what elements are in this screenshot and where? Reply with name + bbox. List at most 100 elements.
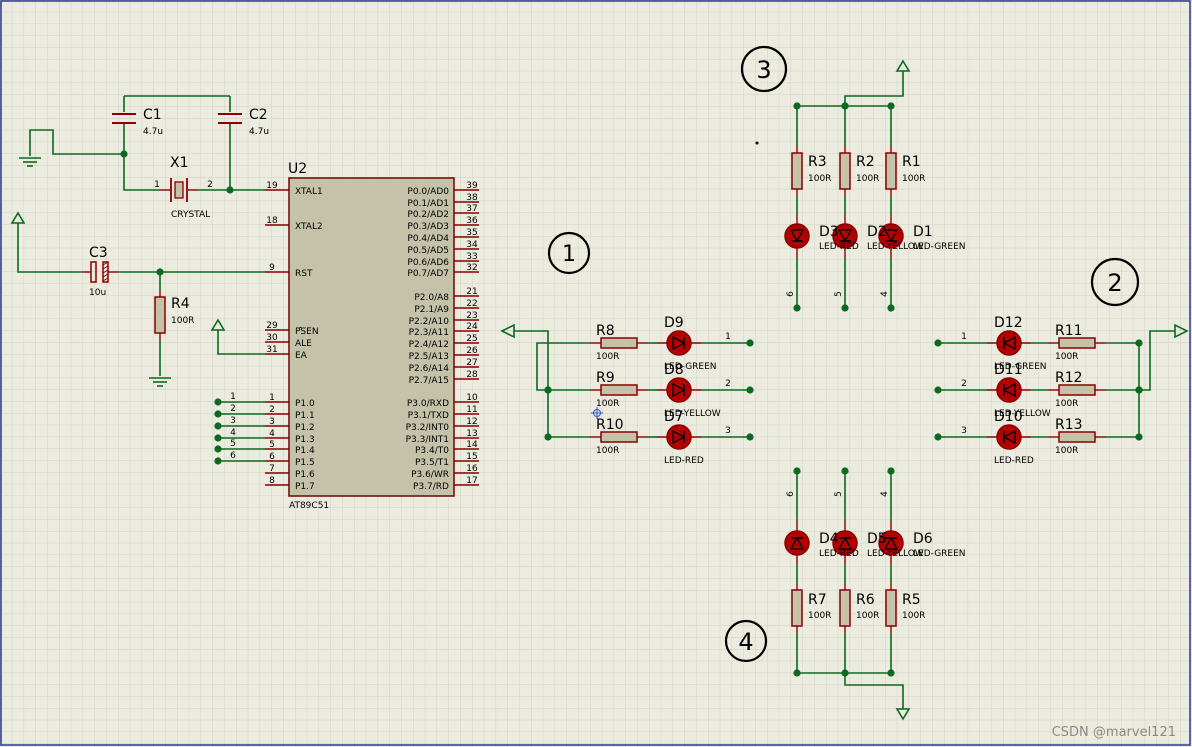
g4-R7-value: 100R [808, 611, 831, 621]
g1-D7-ref: D7 [664, 409, 684, 425]
x1-pin2: 2 [207, 180, 213, 190]
mcu-pin-num-3: 3 [269, 417, 275, 427]
mcu-pin-name-14: P3.4/T0 [415, 446, 449, 456]
g3-R2-value: 100R [856, 174, 879, 184]
mcu-pin-num-34: 34 [466, 240, 478, 250]
p1-net-label-4: 4 [230, 428, 236, 438]
g3-R1-ref: R1 [902, 154, 921, 170]
mcu-pin-num-10: 10 [466, 393, 478, 403]
c2-value: 4.7u [249, 127, 269, 137]
p1-net-label-6: 6 [230, 451, 236, 461]
mcu-pin-num-13: 13 [466, 429, 477, 439]
schematic-canvas[interactable]: U2AT89C5119XTAL118XTAL29RST29PSEN30ALE31… [0, 0, 1192, 747]
mcu-pin-name-36: P0.3/AD3 [407, 222, 449, 232]
mcu-pin-num-11: 11 [466, 405, 477, 415]
r4 [154, 296, 166, 334]
g2-R11-value: 100R [1055, 352, 1078, 362]
g2-net-3: 3 [961, 426, 967, 436]
g2-R12 [1058, 384, 1096, 396]
mcu-pin-name-23: P2.2/A10 [409, 317, 450, 327]
marker-4-text: 4 [738, 628, 753, 656]
g1-R9 [600, 384, 638, 396]
g1-net-1: 1 [725, 332, 731, 342]
g4-R5-value: 100R [902, 611, 925, 621]
mcu-pin-name-26: P2.5/A13 [409, 352, 449, 362]
mcu-pin-num-26: 26 [466, 346, 478, 356]
g4-net-6: 6 [786, 491, 796, 497]
junction-dot [793, 304, 801, 312]
mcu-pin-num-32: 32 [466, 263, 477, 273]
mcu-pin-name-19: XTAL1 [295, 187, 323, 197]
g1-R10-value: 100R [596, 446, 619, 456]
mcu-pin-name-5: P1.4 [295, 446, 315, 456]
junction-dot [746, 339, 754, 347]
junction-dot [226, 186, 234, 194]
mcu-pin-name-3: P1.2 [295, 423, 315, 433]
g4-R7-ref: R7 [808, 592, 827, 608]
stray-dot [755, 141, 759, 145]
g2-R12-ref: R12 [1055, 370, 1083, 386]
g1-R8-value: 100R [596, 352, 619, 362]
marker-2-text: 2 [1107, 269, 1122, 297]
mcu-pin-num-23: 23 [466, 311, 477, 321]
mcu-pin-num-7: 7 [269, 464, 275, 474]
mcu-pin-num-8: 8 [269, 476, 275, 486]
mcu-pin-num-9: 9 [269, 263, 275, 273]
mcu-pin-num-36: 36 [466, 216, 478, 226]
mcu-pin-name-7: P1.6 [295, 470, 315, 480]
x1-body [174, 181, 184, 199]
mcu-pin-num-31: 31 [266, 345, 277, 355]
g4-net-4: 4 [880, 491, 890, 497]
mcu-pin-name-11: P3.1/TXD [408, 411, 449, 421]
g4-R6 [839, 589, 851, 627]
junction-dot [214, 410, 222, 418]
g2-R13-ref: R13 [1055, 417, 1083, 433]
mcu-pin-name-6: P1.5 [295, 458, 315, 468]
mcu-pin-name-2: P1.1 [295, 411, 315, 421]
mcu-pin-num-12: 12 [466, 417, 477, 427]
mcu-pin-num-18: 18 [266, 216, 278, 226]
mcu-pin-name-28: P2.7/A15 [409, 376, 449, 386]
g3-D2-ref: D2 [867, 224, 887, 240]
r4-value: 100R [171, 316, 194, 326]
g1-net-2: 2 [725, 379, 731, 389]
g1-R9-value: 100R [596, 399, 619, 409]
g4-R6-value: 100R [856, 611, 879, 621]
g3-D1-ref: D1 [913, 224, 933, 240]
g4-D4-type: LED-RED [819, 549, 859, 559]
g1-R10 [600, 431, 638, 443]
mcu-pin-name-29: PSEN [295, 327, 319, 337]
g3-R1 [885, 152, 897, 190]
mcu-pin-name-15: P3.5/T1 [415, 458, 449, 468]
g2-D12 [996, 330, 1022, 356]
marker-3-text: 3 [756, 56, 771, 84]
mcu-pin-num-29: 29 [266, 321, 278, 331]
g2-R13 [1058, 431, 1096, 443]
mcu-pin-num-5: 5 [269, 440, 275, 450]
mcu-pin-num-38: 38 [466, 193, 478, 203]
g3-R3 [791, 152, 803, 190]
mcu-ref: U2 [288, 161, 307, 177]
mcu-pin-num-22: 22 [466, 299, 477, 309]
mcu-pin-name-31: EA [295, 351, 308, 361]
mcu-pin-name-39: P0.0/AD0 [407, 187, 449, 197]
mcu-pin-num-16: 16 [466, 464, 478, 474]
mcu-pin-num-39: 39 [466, 181, 478, 191]
g4-D6-ref: D6 [913, 531, 933, 547]
g3-D3-type: LED-RED [819, 242, 859, 252]
g4-D6-type: LED-GREEN [913, 549, 966, 559]
mcu-pin-name-17: P3.7/RD [413, 482, 449, 492]
g2-R13-value: 100R [1055, 446, 1078, 456]
c3-value: 10u [89, 288, 106, 298]
g3-net-6: 6 [786, 291, 796, 297]
x1-value: CRYSTAL [171, 210, 210, 220]
g2-D10-ref: D10 [994, 409, 1023, 425]
mcu-pin-num-17: 17 [466, 476, 477, 486]
junction-dot [746, 433, 754, 441]
x1-pin1: 1 [154, 180, 160, 190]
junction-dot [214, 457, 222, 465]
mcu-pin-name-35: P0.4/AD4 [407, 234, 449, 244]
g2-D10 [996, 424, 1022, 450]
g2-D10-type: LED-RED [994, 456, 1034, 466]
mcu-pin-num-2: 2 [269, 405, 275, 415]
